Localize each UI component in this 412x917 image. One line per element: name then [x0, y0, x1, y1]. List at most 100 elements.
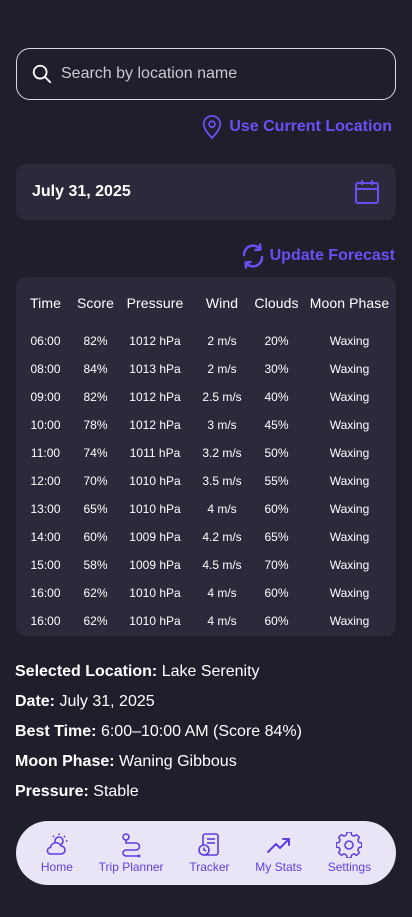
table-row: 16:00 62% 1010 hPa 4 m/s 60% Waxing: [16, 607, 396, 635]
cell-moon-phase: Waxing: [329, 362, 370, 376]
cell-wind: 4.2 m/s: [202, 530, 242, 544]
calendar-icon[interactable]: [354, 179, 380, 205]
cell-moon-phase: Waxing: [329, 530, 370, 544]
cell-clouds: 55%: [264, 474, 289, 488]
route-icon: [122, 833, 141, 858]
cell-moon-phase: Waxing: [329, 446, 370, 460]
cell-score: 78%: [83, 418, 108, 432]
cell-time: 08:00: [30, 362, 61, 376]
nav-item-label: My Stats: [255, 860, 302, 874]
app-screen: Search by location name Use Current Loca…: [0, 0, 412, 917]
cell-time: 11:00: [30, 446, 61, 460]
summary-location: Selected Location: Lake Serenity: [15, 660, 302, 690]
column-header-moon-phase: Moon Phase: [309, 295, 390, 311]
nav-item-label: Trip Planner: [98, 860, 164, 874]
cell-wind: 3.2 m/s: [202, 446, 242, 460]
cell-clouds: 50%: [264, 446, 289, 460]
cell-pressure: 1012 hPa: [129, 334, 181, 348]
cell-score: 84%: [83, 362, 108, 376]
cell-clouds: 30%: [264, 362, 289, 376]
nav-item-label: Tracker: [189, 860, 230, 874]
table-row: 13:00 65% 1010 hPa 4 m/s 60% Waxing: [16, 495, 396, 523]
table-header-row: Time Score Pressure Wind Clouds Moon Pha…: [16, 277, 396, 327]
summary-moon-phase: Moon Phase: Waning Gibbous: [15, 750, 302, 780]
use-current-location-label: Use Current Location: [229, 118, 392, 135]
update-forecast-label: Update Forecast: [269, 247, 395, 264]
table-row: 10:00 78% 1012 hPa 3 m/s 45% Waxing: [16, 411, 396, 439]
gear-icon: [336, 832, 363, 858]
bottom-navigation: Home Trip Planner Tracker My Stats Setti…: [16, 821, 396, 885]
cell-pressure: 1010 hPa: [129, 502, 181, 516]
column-header-wind: Wind: [205, 295, 239, 311]
column-header-time: Time: [30, 295, 61, 311]
cell-pressure: 1009 hPa: [129, 530, 181, 544]
cell-clouds: 60%: [264, 614, 289, 628]
search-input[interactable]: Search by location name: [16, 48, 396, 100]
cell-clouds: 40%: [264, 390, 289, 404]
location-pin-icon: [203, 115, 222, 140]
table-row: 06:00 82% 1012 hPa 2 m/s 20% Waxing: [16, 327, 396, 355]
cell-score: 65%: [83, 502, 108, 516]
search-placeholder: Search by location name: [61, 65, 238, 82]
cell-moon-phase: Waxing: [329, 586, 370, 600]
cell-wind: 2 m/s: [207, 334, 237, 348]
cell-wind: 2.5 m/s: [202, 390, 242, 404]
cell-score: 82%: [83, 390, 108, 404]
cell-clouds: 65%: [264, 530, 289, 544]
cell-moon-phase: Waxing: [329, 390, 370, 404]
search-icon: [32, 64, 52, 84]
table-row: 14:00 60% 1009 hPa 4.2 m/s 65% Waxing: [16, 523, 396, 551]
nav-item-settings[interactable]: Settings: [328, 832, 371, 874]
cell-time: 06:00: [30, 334, 61, 348]
cell-time: 10:00: [30, 418, 61, 432]
cell-wind: 4.5 m/s: [202, 558, 242, 572]
cell-clouds: 70%: [264, 558, 289, 572]
cell-pressure: 1013 hPa: [129, 362, 181, 376]
date-field[interactable]: July 31, 2025: [16, 164, 396, 220]
use-current-location-button[interactable]: Use Current Location: [201, 114, 392, 140]
cell-clouds: 45%: [264, 418, 289, 432]
cell-pressure: 1010 hPa: [129, 474, 181, 488]
cell-wind: 4 m/s: [207, 614, 237, 628]
cell-time: 14:00: [30, 530, 61, 544]
nav-item-home[interactable]: Home: [41, 832, 73, 874]
cell-pressure: 1009 hPa: [129, 558, 181, 572]
cell-moon-phase: Waxing: [329, 558, 370, 572]
cell-pressure: 1010 hPa: [129, 614, 181, 628]
cell-score: 70%: [83, 474, 108, 488]
table-row: 12:00 70% 1010 hPa 3.5 m/s 55% Waxing: [16, 467, 396, 495]
cell-clouds: 60%: [264, 586, 289, 600]
cell-score: 74%: [83, 446, 108, 460]
summary-moon-phase-label: Moon Phase:: [15, 753, 115, 770]
table-row: 11:00 74% 1011 hPa 3.2 m/s 50% Waxing: [16, 439, 396, 467]
cell-score: 60%: [83, 530, 108, 544]
cell-moon-phase: Waxing: [329, 418, 370, 432]
cell-wind: 4 m/s: [207, 586, 237, 600]
cell-time: 15:00: [30, 558, 61, 572]
column-header-clouds: Clouds: [254, 295, 299, 311]
summary-moon-phase-value: Waning Gibbous: [114, 753, 237, 770]
cell-clouds: 60%: [264, 502, 289, 516]
summary-pressure-value: Stable: [88, 783, 139, 800]
nav-item-label: Home: [40, 860, 73, 874]
table-row: 15:00 58% 1009 hPa 4.5 m/s 70% Waxing: [16, 551, 396, 579]
nav-item-trip-planner[interactable]: Trip Planner: [99, 832, 164, 874]
update-forecast-button[interactable]: Update Forecast: [240, 243, 395, 269]
cell-pressure: 1012 hPa: [129, 390, 181, 404]
summary-date: Date: July 31, 2025: [15, 690, 302, 720]
cell-pressure: 1011 hPa: [129, 446, 181, 460]
summary-best-time: Best Time: 6:00–10:00 AM (Score 84%): [15, 720, 302, 750]
tracker-icon: [198, 833, 220, 856]
cell-moon-phase: Waxing: [329, 502, 370, 516]
summary-pressure: Pressure: Stable: [15, 780, 302, 810]
table-row: 08:00 84% 1013 hPa 2 m/s 30% Waxing: [16, 355, 396, 383]
weather-icon: [46, 833, 68, 855]
nav-item-my-stats[interactable]: My Stats: [255, 832, 302, 874]
summary-section: Selected Location: Lake Serenity Date: J…: [15, 660, 302, 810]
summary-location-label: Selected Location:: [15, 663, 158, 680]
column-header-pressure: Pressure: [126, 295, 184, 311]
table-row: 16:00 62% 1010 hPa 4 m/s 60% Waxing: [16, 579, 396, 607]
summary-pressure-label: Pressure:: [15, 783, 89, 800]
forecast-table: Time Score Pressure Wind Clouds Moon Pha…: [16, 277, 396, 636]
nav-item-tracker[interactable]: Tracker: [189, 832, 230, 874]
